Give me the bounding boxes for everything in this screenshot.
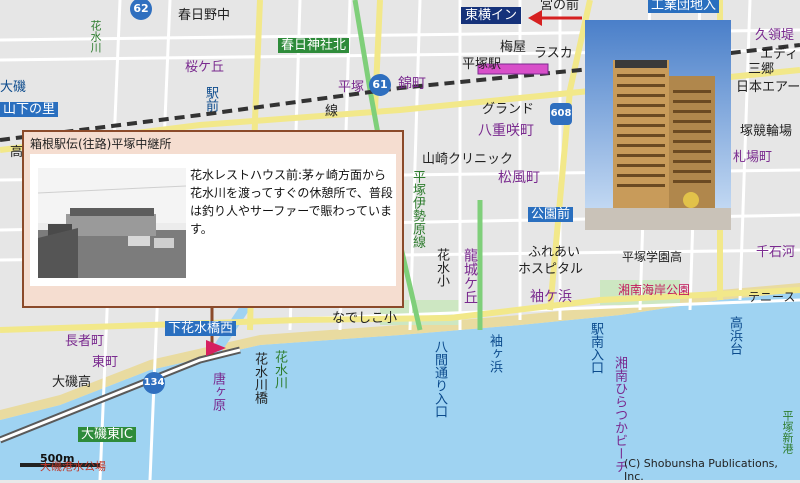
label-kugenuma: 久領堤 [755,28,795,43]
label-miyanomae: 宮の前 [540,0,580,13]
label-mitsu: 三郷 [748,62,775,77]
label-nishikicho: 錦町 [398,76,426,92]
label-fureai: ふれあい [528,245,581,260]
label-nadeshiko: なでしこ小 [332,311,398,326]
info-popup[interactable]: 箱根駅伝(往路)平塚中継所 花水レストハウス前:茅ヶ崎方面から花水川を渡ってすぐ… [22,130,404,308]
label-shonan-hiratsuka-beach: 湘南ひらつかビーチ [612,356,627,473]
label-ryujogaoka: 龍城ケ丘 [462,248,478,304]
label-hanamizu-school: 花水小 [434,248,449,287]
label-hiratsuka-new-port: 平塚新港 [781,410,794,454]
copyright-text: (C) Shobunsha Publications, Inc. [624,457,778,483]
hotel-photo[interactable] [585,20,731,230]
label-sakuragaoka: 桜ケ丘 [185,60,225,75]
label-sodegahama-road: 袖ヶ浜 [487,334,502,373]
label-ekimae: 駅前 [203,86,218,112]
label-japan-air: 日本エアーフィル [736,80,800,95]
label-koenmae: 公園前 [528,207,574,222]
label-karasugahara: 唐ヶ原 [210,372,225,411]
label-tennis: テニース [748,290,796,304]
popup-content: 花水レストハウス前:茅ヶ崎方面から花水川を渡ってすぐの休憩所で、普段は釣り人やサ… [30,154,396,286]
popup-description: 花水レストハウス前:茅ヶ崎方面から花水川を渡ってすぐの休憩所で、普段は釣り人やサ… [190,168,393,236]
label-hiratsuka-isehara: 平塚伊勢原線 [410,170,425,248]
label-ekiminami-iriguchi: 駅南入口 [588,322,603,374]
label-sengoku: 千石河 [756,245,796,260]
label-hanamizu-river-north: 花水川 [89,20,102,53]
label-keirinjo: 塚競輪場 [740,124,793,139]
label-matsukazecho: 松風町 [498,170,540,186]
label-shimo-hanamizubashi-nishi: 下花水橋西 [165,321,237,336]
hotel-name-label[interactable]: 東横イン [461,7,522,24]
label-hospital: ホスピタル [518,262,584,277]
rest-house-photo [38,168,186,278]
label-hiratsuka-gakuen: 平塚学園高 [622,250,683,264]
label-industrial: 工業団地入 [648,0,720,13]
label-oiso-higashi-ic: 大磯東IC [78,427,136,442]
label-fudamachi: 札場町 [733,150,773,165]
label-kasugano: 春日野中 [178,8,231,23]
route-134-shield: 134 [143,372,165,394]
label-yamazaki-clinic: 山崎クリニック [422,152,514,167]
label-hiratsuka-station[interactable]: 平塚駅 [462,57,501,72]
popup-title[interactable]: 箱根駅伝(往路)平塚中継所 [30,135,171,152]
route-61-shield: 61 [369,74,391,96]
label-lasca: ラスカ [534,46,573,61]
label-oiso: 大磯 [0,80,27,95]
label-higashimachi: 東町 [92,355,119,370]
route-608-shield: 608 [550,103,572,125]
label-edy: エディ [760,47,799,62]
label-hanamizugawa-bridge: 花水川橋 [252,352,267,404]
label-yamashita: 山下の里 [0,102,59,117]
label-kohama: 高浜台 [727,316,742,355]
label-umeya: 梅屋 [500,40,527,55]
label-sodegahama: 袖ケ浜 [530,289,572,305]
label-grand: グランド [482,102,535,117]
label-hanamizu-river: 花水川 [272,350,287,389]
label-oiso-high: 大磯高 [52,375,92,390]
label-yaesakicho: 八重咲町 [478,123,534,139]
label-hachiman-dori: 八間通り入口 [432,340,447,418]
label-hiratsuka: 平塚 [338,80,365,95]
label-chojamachi: 長者町 [65,334,105,349]
label-line: 線 [325,104,339,119]
label-kasuga-shrine: 春日神社北 [278,38,350,53]
label-shonan-kaigan-park: 湘南海岸公園 [618,283,691,297]
scale-label: 500m [40,452,75,465]
